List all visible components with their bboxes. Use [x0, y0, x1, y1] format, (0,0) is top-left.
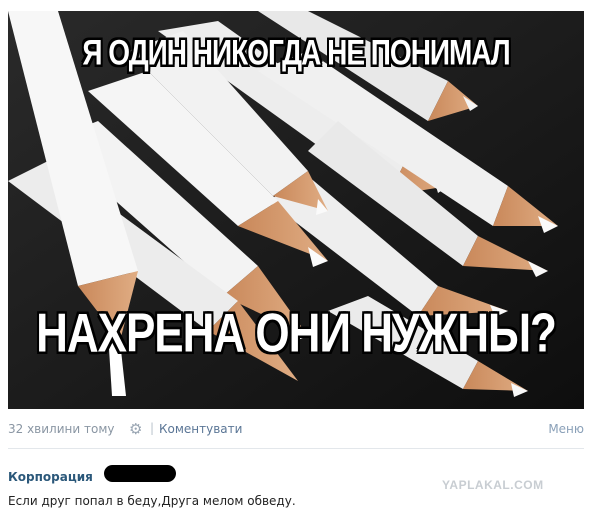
gear-icon[interactable]: ⚙ — [129, 420, 142, 438]
post-image[interactable]: Я ОДИН НИКОГДА НЕ ПОНИМАЛ НАХРЕНА ОНИ НУ… — [8, 11, 584, 409]
menu-link[interactable]: Меню — [548, 422, 584, 436]
meme-caption-top: Я ОДИН НИКОГДА НЕ ПОНИМАЛ — [82, 33, 510, 72]
comment-link[interactable]: Коментувати — [159, 422, 242, 436]
comment-author[interactable]: Корпорация — [8, 470, 93, 484]
divider — [8, 448, 584, 449]
redacted-name — [104, 465, 176, 482]
post-time[interactable]: 32 хвилини тому — [8, 422, 114, 436]
watermark: YAPLAKAL.COM — [442, 478, 544, 492]
comment-text: Если друг попал в беду,Друга мелом обвед… — [8, 494, 296, 508]
post-meta-bar: 32 хвилини тому ⚙ | Коментувати Меню — [8, 420, 584, 440]
separator: | — [150, 421, 155, 435]
meme-caption-bottom: НАХРЕНА ОНИ НУЖНЫ? — [36, 302, 557, 364]
